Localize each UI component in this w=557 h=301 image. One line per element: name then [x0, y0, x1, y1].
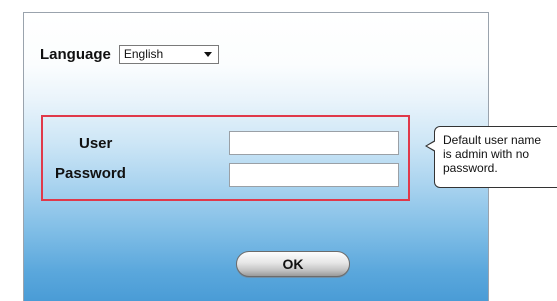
chevron-down-icon: [203, 51, 212, 57]
language-row: Language English: [40, 43, 219, 65]
password-input[interactable]: [229, 163, 399, 187]
default-credentials-callout: Default user name is admin with no passw…: [434, 126, 557, 188]
language-select[interactable]: English: [118, 44, 219, 64]
user-input[interactable]: [229, 131, 399, 155]
credentials-highlight-box: User Password: [41, 115, 410, 201]
password-label: Password: [55, 165, 126, 182]
callout-line: password.: [443, 161, 498, 175]
ok-button[interactable]: OK: [236, 251, 350, 277]
login-panel: Language English User Password OK: [23, 12, 489, 301]
callout-line: Default user name: [443, 133, 542, 147]
callout-line: is admin with no: [443, 147, 530, 161]
language-selected-value: English: [123, 47, 164, 61]
language-label: Language: [40, 45, 111, 63]
callout-pointer-fill: [427, 141, 436, 151]
user-label: User: [79, 135, 113, 152]
login-page: Language English User Password OK Defaul…: [0, 0, 557, 301]
